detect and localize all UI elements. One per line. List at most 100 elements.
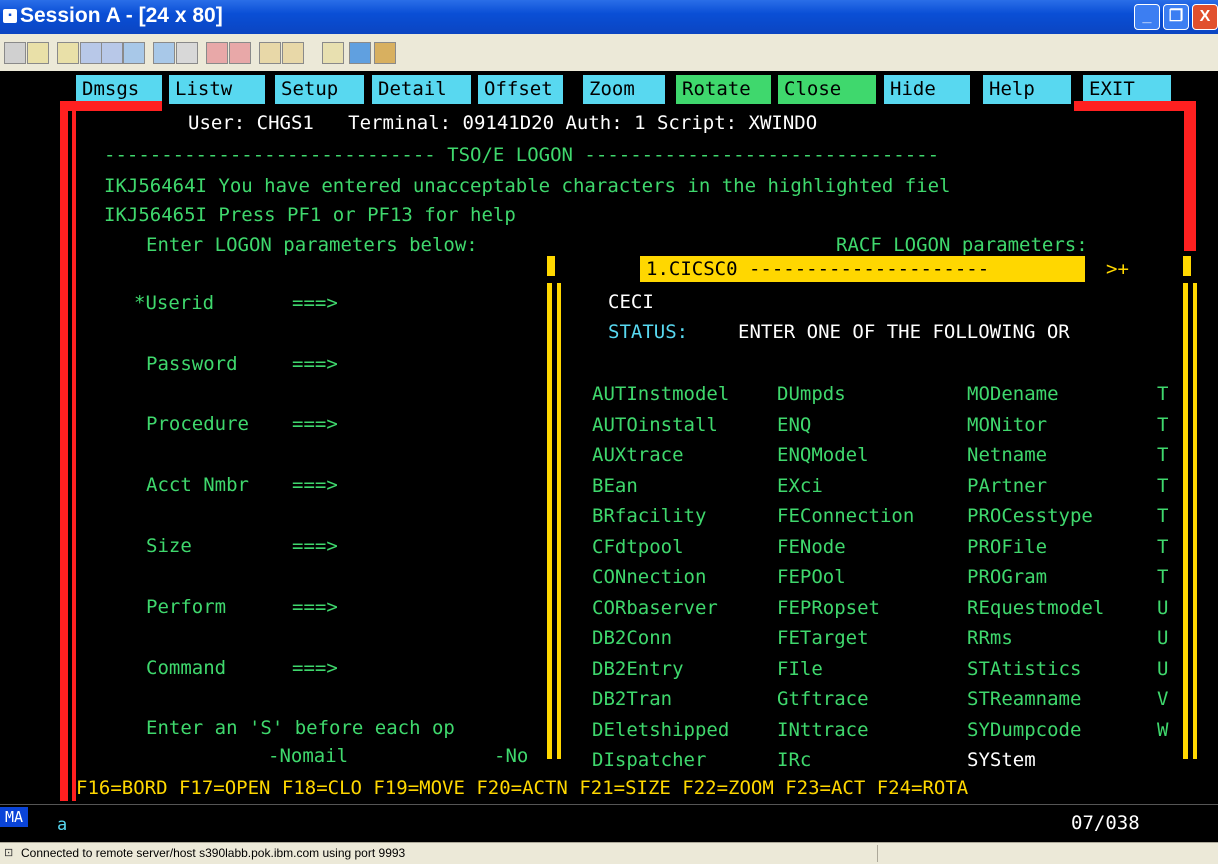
ceci-command-item[interactable]: AUXtrace [592,443,684,467]
ceci-continuation-cell[interactable]: U [1157,596,1168,620]
close-button[interactable]: X [1192,4,1218,30]
ceci-command-item[interactable]: ENQ [777,413,811,437]
ceci-continuation-cell[interactable]: T [1157,504,1168,528]
ceci-command-item[interactable]: ENQModel [777,443,869,467]
ceci-command-item[interactable]: DB2Conn [592,626,672,650]
ceci-command-item[interactable]: DIspatcher [592,748,706,772]
tools-icon[interactable] [374,42,396,64]
ceci-continuation-cell[interactable]: V [1157,687,1168,711]
ceci-command-item[interactable]: FETarget [777,626,869,650]
macro-icon[interactable] [176,42,198,64]
cics-window-title-bar[interactable]: 1.CICSC0 --------------------- [640,256,1085,282]
ceci-command-input[interactable]: CECI [608,290,654,314]
ceci-command-item[interactable]: CONnection [592,565,706,589]
ceci-command-item[interactable]: FEConnection [777,504,914,528]
status-divider [877,845,878,862]
ceci-command-item[interactable]: MONitor [967,413,1047,437]
no-option[interactable]: -No [494,744,528,768]
more-indicator[interactable]: >+ [1106,257,1129,281]
minimize-button[interactable]: _ [1134,4,1160,30]
terminal-screen[interactable]: Dmsgs Listw Setup Detail Offset Zoom Rotate Clo… [0,71,1218,804]
ceci-continuation-cell[interactable]: T [1157,565,1168,589]
ceci-command-item[interactable]: DB2Tran [592,687,672,711]
ceci-command-item[interactable]: REquestmodel [967,596,1104,620]
ceci-command-item[interactable]: AUTInstmodel [592,382,729,406]
ceci-command-item[interactable]: EXci [777,474,823,498]
pf-button-zoom[interactable]: Zoom [583,75,665,104]
ceci-continuation-cell[interactable]: W [1157,718,1168,742]
fkey-line: F16=BORD F17=OPEN F18=CLO F19=MOVE F20=A… [76,777,969,799]
app-icon[interactable]: ▪ [3,9,17,23]
ceci-command-item[interactable]: CFdtpool [592,535,684,559]
ceci-continuation-cell[interactable]: T [1157,474,1168,498]
ceci-continuation-cell[interactable]: T [1157,382,1168,406]
copy-icon[interactable] [4,42,26,64]
pf-button-offset[interactable]: Offset [478,75,563,104]
field-arrow: ===> [292,657,338,679]
pf-button-help[interactable]: Help [983,75,1071,104]
print-icon[interactable] [57,42,79,64]
yellow-border-top-right [1183,256,1191,276]
operator-info-area: MA a 07/038 [0,804,1218,843]
yellow-border-right-outer [1183,283,1188,759]
pf-button-rotate[interactable]: Rotate [676,75,771,104]
mode-indicator: MA [0,807,28,827]
ceci-command-item[interactable]: FEPOol [777,565,846,589]
ceci-command-item[interactable]: PROFile [967,535,1047,559]
pf-button-close[interactable]: Close [778,75,876,104]
ceci-command-item[interactable]: STReamname [967,687,1081,711]
ceci-command-item[interactable]: MODename [967,382,1059,406]
record-icon[interactable] [206,42,228,64]
pf-button-listw[interactable]: Listw [169,75,265,104]
receive-icon[interactable] [123,42,145,64]
field-arrow: ===> [292,596,338,618]
pf-button-setup[interactable]: Setup [275,75,364,104]
ceci-command-item[interactable]: PROGram [967,565,1047,589]
ceci-command-item[interactable]: Gtftrace [777,687,869,711]
pause-icon[interactable] [282,42,304,64]
ceci-continuation-cell[interactable]: T [1157,443,1168,467]
ceci-continuation-cell[interactable]: T [1157,535,1168,559]
cursor-line[interactable]: ____ [578,262,624,286]
nomail-option[interactable]: -Nomail [268,744,348,768]
ceci-command-item[interactable]: Netname [967,443,1047,467]
ceci-command-item[interactable]: PROCesstype [967,504,1093,528]
pf-button-hide[interactable]: Hide [884,75,970,104]
ceci-continuation-cell[interactable]: U [1157,626,1168,650]
ceci-command-item[interactable]: RRms [967,626,1013,650]
send-icon[interactable] [101,42,123,64]
ceci-command-item[interactable]: DB2Entry [592,657,684,681]
clipboard-icon[interactable] [322,42,344,64]
ceci-continuation-cell[interactable]: U [1157,657,1168,681]
status-label: STATUS: [608,321,689,343]
ceci-command-item[interactable]: DUmpds [777,382,846,406]
error-message-2: IKJ56465I Press PF1 or PF13 for help [104,204,516,226]
paste-icon[interactable] [27,42,49,64]
transfer-icon[interactable] [80,42,102,64]
ceci-command-item[interactable]: BEan [592,474,638,498]
display-icon[interactable] [153,42,175,64]
ceci-command-item[interactable]: PArtner [967,474,1047,498]
ceci-command-item[interactable]: FEPRopset [777,596,880,620]
ceci-command-item[interactable]: DEletshipped [592,718,729,742]
maximize-button[interactable]: ❐ [1163,4,1189,30]
pf-button-detail[interactable]: Detail [372,75,471,104]
ceci-continuation-cell[interactable]: T [1157,413,1168,437]
ceci-command-item[interactable]: AUTOinstall [592,413,718,437]
stop-icon[interactable] [259,42,281,64]
ceci-command-item[interactable]: SYStem [967,748,1036,772]
ceci-command-item[interactable]: INttrace [777,718,869,742]
ceci-command-item[interactable]: STAtistics [967,657,1081,681]
ceci-command-item[interactable]: SYDumpcode [967,718,1081,742]
ceci-command-item[interactable]: CORbaserver [592,596,718,620]
globe-icon[interactable] [349,42,371,64]
pf-button-exit[interactable]: EXIT [1083,75,1171,104]
ceci-command-item[interactable]: IRc [777,748,811,772]
play-icon[interactable] [229,42,251,64]
pf-button-dmsgs[interactable]: Dmsgs [76,75,162,104]
status-text: ENTER ONE OF THE FOLLOWING OR [738,321,1070,343]
ceci-command-item[interactable]: FIle [777,657,823,681]
field-arrow: ===> [292,413,338,435]
ceci-command-item[interactable]: BRfacility [592,504,706,528]
ceci-command-item[interactable]: FENode [777,535,846,559]
